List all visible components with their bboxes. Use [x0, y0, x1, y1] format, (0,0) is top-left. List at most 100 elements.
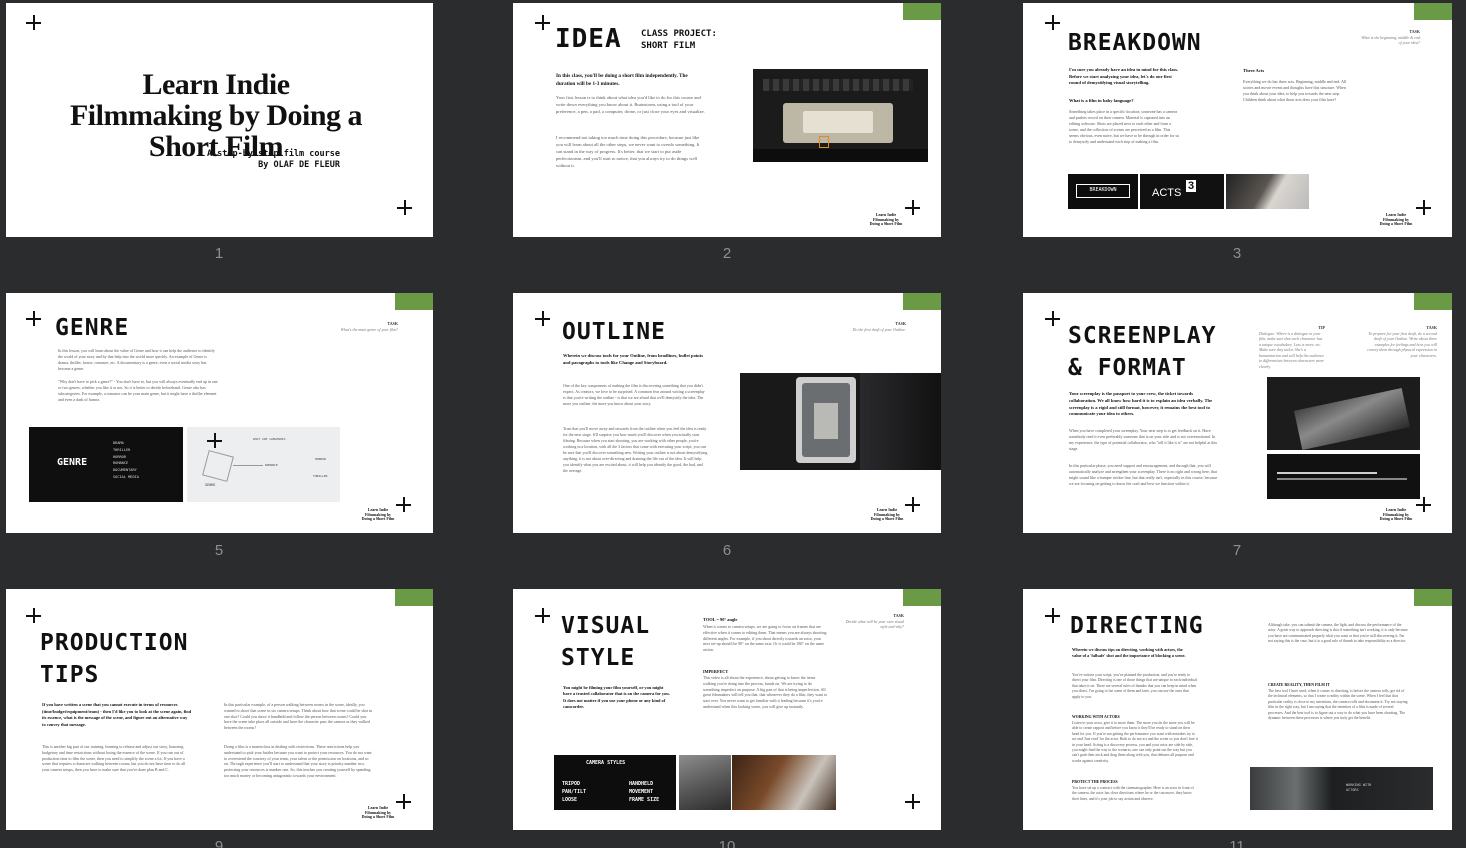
camera-style-item: HANDHELD	[629, 781, 654, 787]
slide-body-text: One of the key components of making the …	[563, 383, 705, 406]
slide-number: 3	[1232, 245, 1242, 262]
slide-body-text: You've written your script, you've plann…	[1072, 673, 1197, 699]
breakdown-thumbnail: BREAKDOWN	[1068, 174, 1138, 209]
slide-number: 6	[722, 542, 732, 559]
slide-body-text: Although take, you can submit the camera…	[1268, 623, 1408, 644]
slide-body-text: When you have completed your screenplay.…	[1069, 428, 1218, 451]
slide-body-text: This is another big part of our training…	[42, 744, 186, 773]
slide-body-text: This video is all about the experience, …	[703, 675, 828, 709]
slide-title-line-1: VISUAL	[561, 613, 651, 639]
slide-number: 1	[214, 245, 224, 262]
slide-number: 9	[214, 838, 224, 848]
slide-body-text: Doing a film is a masterclass in dealing…	[224, 744, 372, 778]
camera-styles-heading: CAMERA STYLES	[586, 760, 626, 766]
slide-title-line-1: SCREENPLAY	[1068, 323, 1217, 349]
plus-icon	[535, 15, 550, 30]
slide-side-heading-2: SHORT FILM	[641, 41, 696, 51]
slide-2-thumbnail[interactable]: IDEA CLASS PROJECT: SHORT FILM In this c…	[513, 3, 941, 237]
course-logo: Learn Indie Filmmaking by Doing a Short …	[361, 507, 395, 521]
slide-title: DIRECTING	[1070, 613, 1204, 639]
slide-10-thumbnail[interactable]: VISUAL STYLE You might be filming your f…	[513, 589, 941, 830]
slide-accent-tab	[1414, 3, 1452, 20]
screenplay-page-thumbnail	[1267, 454, 1420, 499]
slide-title: OUTLINE	[562, 319, 666, 345]
camera-styles-right: HANDHELD MOVEMENT FRAME SIZE	[629, 780, 659, 804]
plus-icon	[905, 497, 920, 512]
task-note: TASK Decide what will be your own visual …	[845, 613, 904, 629]
slide-accent-tab	[1414, 589, 1452, 606]
slide-title: GENRE	[55, 315, 130, 341]
slide-lead-text: I'm sure you already have an idea in min…	[1069, 67, 1179, 85]
tip-note: TIP Dialogue: Where is a dialogue in your…	[1259, 325, 1325, 369]
slide-lead-text: In this class, you'll be doing a short f…	[556, 73, 688, 87]
task-note: TASK What is the beginning, middle & end …	[1361, 29, 1420, 45]
slide-3-thumbnail[interactable]: BREAKDOWN TASK What is the beginning, mid…	[1023, 3, 1452, 237]
plus-icon	[1416, 497, 1431, 512]
slide-number: 5	[214, 542, 224, 559]
slide-body-text: You have set up a contract with the cine…	[1072, 786, 1194, 801]
plus-icon	[905, 200, 920, 215]
slide-accent-tab	[903, 3, 941, 20]
slide-title-line-1: PRODUCTION	[40, 630, 189, 656]
course-logo: Learn Indie Filmmaking by Doing a Short …	[870, 507, 904, 521]
slide-accent-tab	[1414, 293, 1452, 310]
plus-icon	[1045, 608, 1060, 623]
genre-thumb-label: GENRE	[57, 457, 88, 468]
slide-6-thumbnail[interactable]: OUTLINE TASK Do the first draft of your O…	[513, 293, 941, 533]
plus-icon	[396, 497, 411, 512]
plus-icon	[396, 794, 411, 809]
slide-lead-text: Wherein we discuss tools for your Outlin…	[563, 353, 704, 365]
breakdown-thumb-label: BREAKDOWN	[1076, 184, 1130, 198]
slide-body-text: I recommend not taking too much time doi…	[556, 135, 700, 168]
typewriter-photo	[1267, 377, 1420, 450]
slide-5-thumbnail[interactable]: GENRE TASK What's the main genre of your …	[6, 293, 433, 533]
slide-7-thumbnail[interactable]: SCREENPLAY & FORMAT Your screenplay is t…	[1023, 293, 1452, 533]
slide-body-text: Your first lesson is to think about what…	[556, 95, 705, 114]
plus-icon	[26, 15, 41, 30]
slide-accent-tab	[903, 293, 941, 310]
task-note: TASK To prepare for your first draft, do …	[1367, 325, 1437, 358]
slide-side-heading-1: CLASS PROJECT:	[641, 29, 717, 39]
slide-body-text: When it comes to camera setups, we are g…	[703, 624, 827, 653]
car-scene-photo	[1226, 174, 1309, 209]
cassette-photo	[753, 69, 928, 162]
slide-body-text: The best tool I have used, when it comes…	[1268, 689, 1408, 721]
genre-item: ROMANCE	[113, 461, 129, 466]
acts-thumbnail: ACTS 3	[1140, 174, 1224, 209]
camera-style-item: FRAME SIZE	[629, 797, 660, 803]
column-heading: Three Acts	[1243, 68, 1265, 73]
camera-styles-left: TRIPOD PAN/TILT LOOSE	[562, 780, 586, 804]
slide-body-text: Something takes place in a specific loca…	[1069, 109, 1180, 144]
director-with-actor-photo: WORKING WITH ACTORS	[1250, 767, 1433, 810]
diagram-label: GENRE	[205, 483, 216, 487]
genre-thumb-list: DRAMA THRILLER HORROR ROMANCE DOCUMENTAR…	[113, 440, 139, 481]
slide-lead-text: Your screenplay is the passport to your …	[1069, 391, 1213, 417]
genre-item: THRILLER	[113, 447, 131, 452]
plus-icon	[535, 608, 550, 623]
diagram-heading: WHAT ARE SUBGENRES	[253, 437, 286, 441]
slide-title-line-2: & FORMAT	[1068, 355, 1187, 381]
camera-style-item: LOOSE	[562, 797, 578, 803]
camera-style-item: MOVEMENT	[629, 789, 654, 795]
diagram-mid-node: ROMANCE	[265, 463, 278, 467]
slide-1-thumbnail[interactable]: Learn Indie Filmmaking by Doing a Short …	[6, 3, 433, 237]
camera-equipment-photo	[679, 755, 731, 810]
slide-number: 7	[1232, 542, 1242, 559]
course-logo: Learn Indie Filmmaking by Doing a Short …	[361, 805, 395, 819]
plus-icon	[905, 794, 920, 809]
slide-1-subtitle-1: A step-by-step film course	[206, 149, 340, 159]
course-logo: Learn Indie Filmmaking by Doing a Short …	[1379, 212, 1413, 226]
thumb-caption: WORKING WITH ACTORS	[1346, 783, 1372, 792]
filmmaker-studio-photo	[740, 373, 941, 470]
slide-body-text: In this lesson, you will learn about the…	[58, 348, 215, 371]
acts-thumb-number: 3	[1186, 180, 1197, 192]
acts-thumb-label: ACTS	[1152, 187, 1182, 199]
plus-icon	[1045, 311, 1060, 326]
slide-title: IDEA	[555, 24, 622, 54]
slide-body-text: In this particular example, of a person …	[224, 702, 373, 731]
camera-style-item: PAN/TILT	[562, 789, 587, 795]
slide-9-thumbnail[interactable]: PRODUCTION TIPS If you have written a sc…	[6, 589, 433, 830]
plus-icon	[26, 311, 41, 326]
slide-number: 10	[718, 838, 736, 848]
slide-11-thumbnail[interactable]: DIRECTING Wherein we discuss tips on dir…	[1023, 589, 1452, 830]
